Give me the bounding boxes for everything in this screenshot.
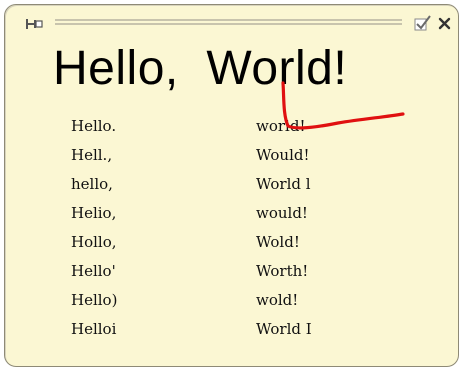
world-variant: Would! <box>256 146 310 164</box>
list-item: Hello) wold! <box>5 289 458 312</box>
hello-variant: hello, <box>71 175 113 193</box>
hello-variant: Helio, <box>71 204 117 222</box>
list-item: Helloi World I <box>5 318 458 341</box>
hello-variant: Helloi <box>71 320 117 338</box>
world-variant: world! <box>256 117 306 135</box>
list-item: hello, World l <box>5 173 458 196</box>
list-item: Hell., Would! <box>5 144 458 167</box>
pin-icon[interactable] <box>25 17 45 31</box>
world-variant: wold! <box>256 291 299 309</box>
title-bar[interactable] <box>5 5 458 35</box>
world-variant: World I <box>256 320 312 338</box>
world-variant: World l <box>256 175 311 193</box>
check-icon[interactable] <box>414 14 432 31</box>
world-variant: Wold! <box>256 233 300 251</box>
note-heading: Hello, World! <box>53 42 348 95</box>
hello-variant: Hollo, <box>71 233 117 251</box>
world-variant: would! <box>256 204 308 222</box>
list-item: Hollo, Wold! <box>5 231 458 254</box>
drag-handle[interactable] <box>55 19 402 27</box>
hello-variant: Hello. <box>71 117 117 135</box>
hello-variant: Hello' <box>71 262 116 280</box>
list-item: Helio, would! <box>5 202 458 225</box>
close-icon[interactable] <box>438 17 451 30</box>
list-item: Hello' Worth! <box>5 260 458 283</box>
hello-variant: Hello) <box>71 291 118 309</box>
sticky-note: Hello, World! Hello. world! Hell., Would! he… <box>4 4 459 367</box>
list-item: Hello. world! <box>5 115 458 138</box>
world-variant: Worth! <box>256 262 309 280</box>
hello-variant: Hell., <box>71 146 113 164</box>
